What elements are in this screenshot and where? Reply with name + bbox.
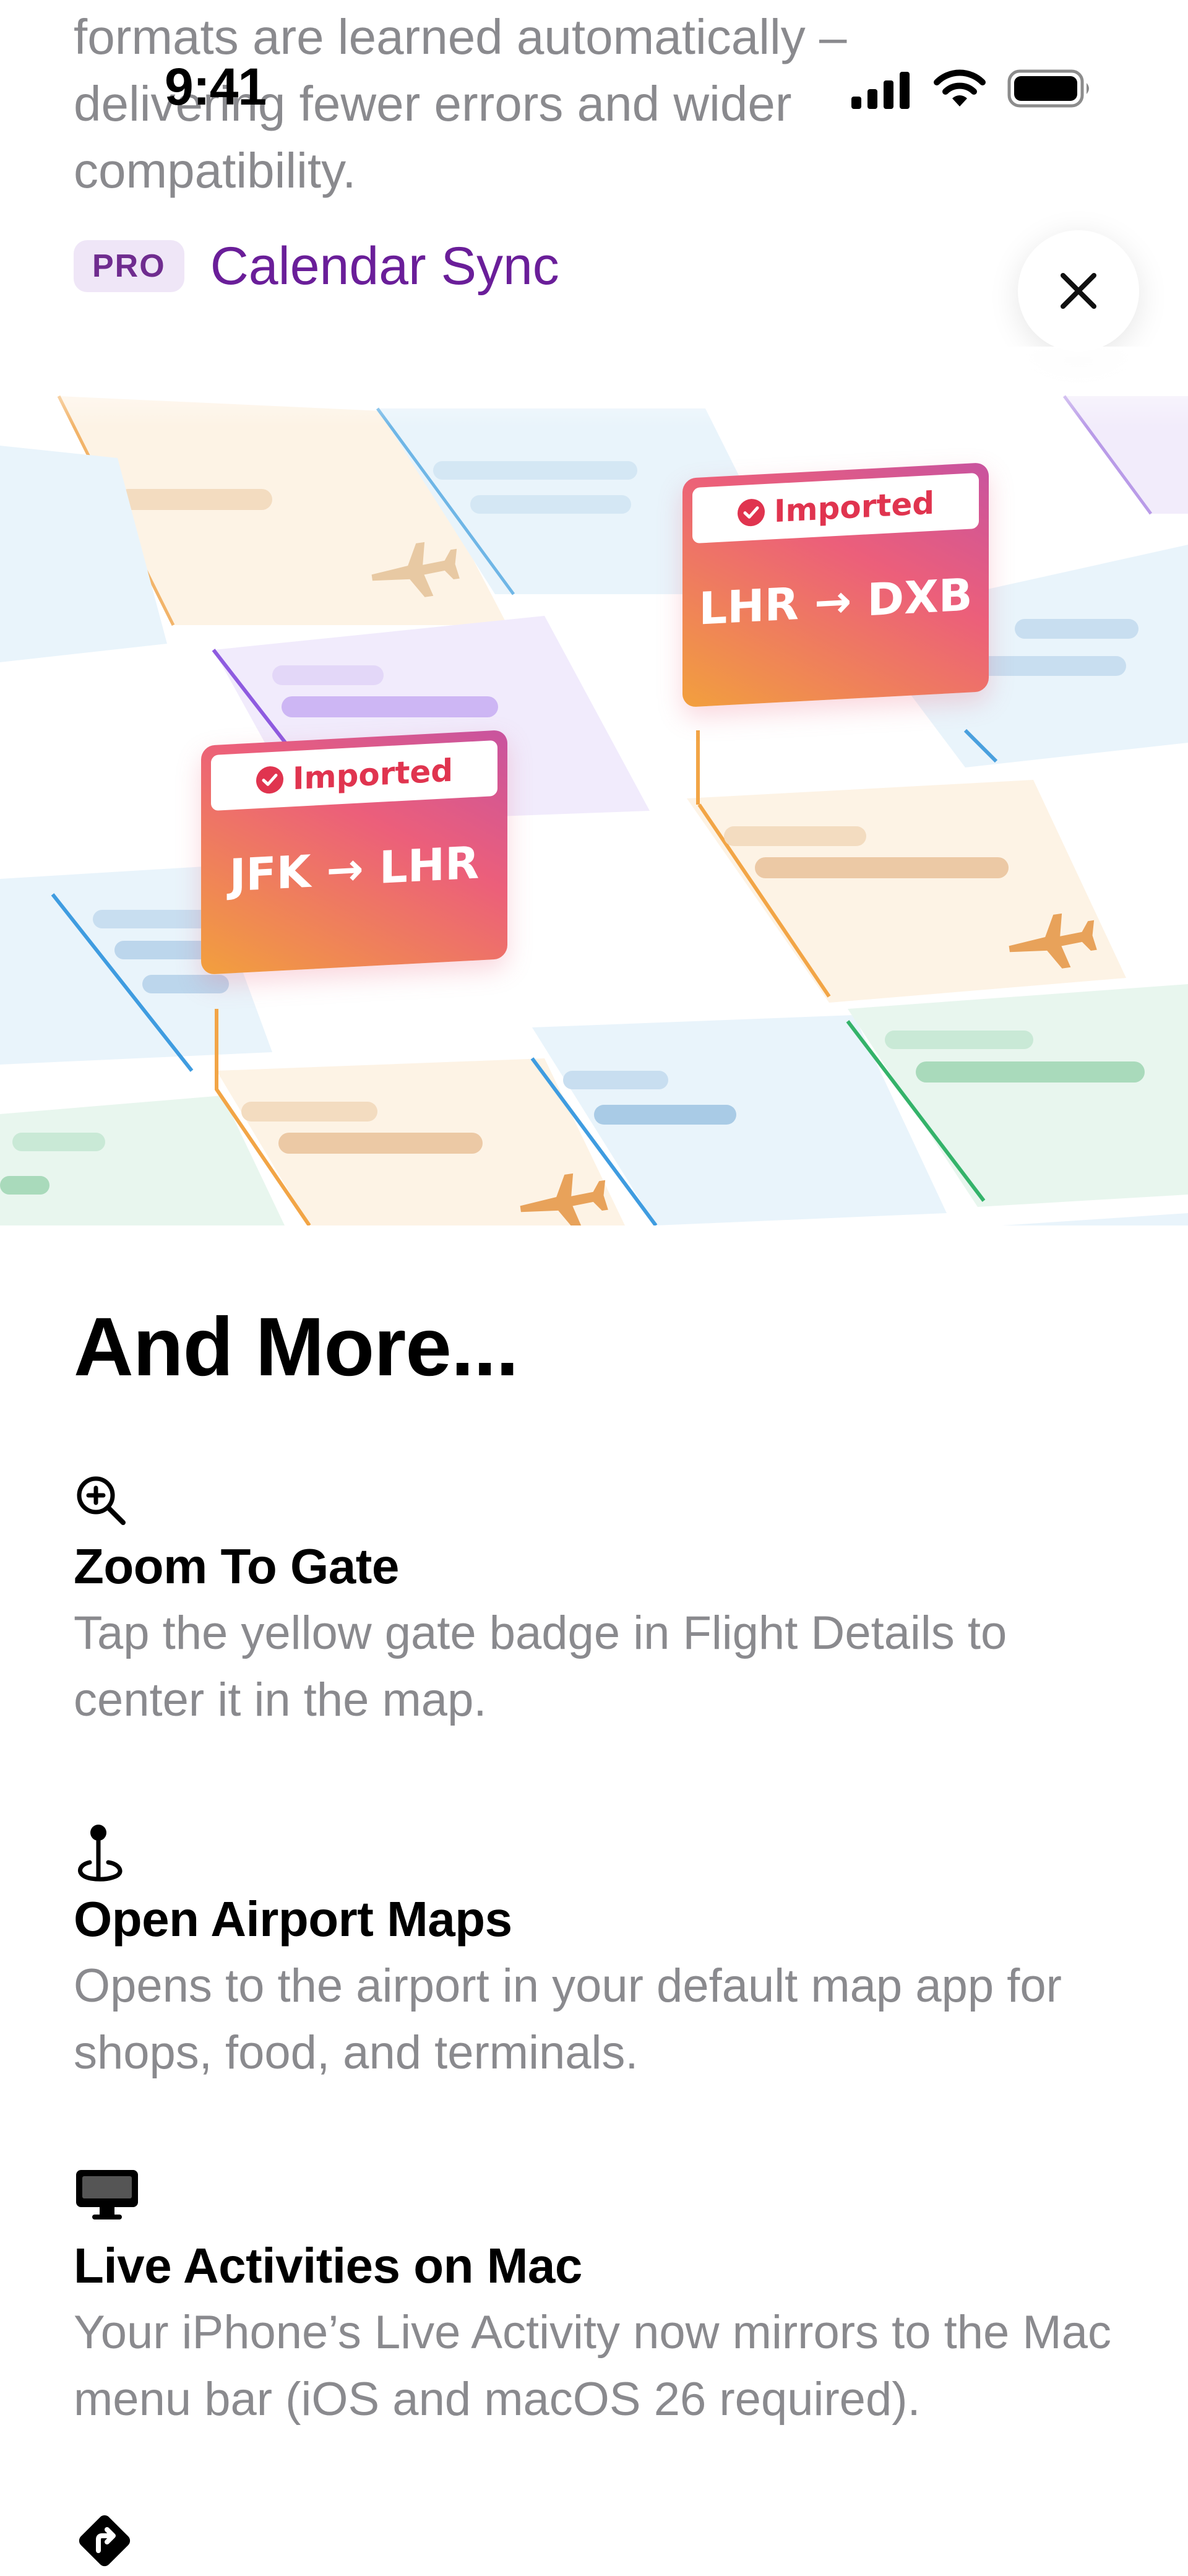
feature-description: Your iPhone’s Live Activity now mirrors …: [74, 2306, 1111, 2426]
desktop-computer-icon: [76, 2170, 138, 2219]
map-pin-icon: [78, 1825, 123, 1882]
feature-title: Live Activities on Mac: [74, 2238, 582, 2293]
section-title: And More...: [74, 1301, 519, 1393]
feature-zoom-to-gate: Zoom To Gate Tap the yellow gate badge i…: [74, 1473, 1138, 1745]
imported-label: Imported: [292, 752, 454, 797]
calendar-sync-illustration: Imported JFK → LHR Imported LHR → DXB: [0, 347, 1188, 1225]
feature-open-airport-maps: Open Airport Maps Opens to the airport i…: [74, 1823, 1138, 2095]
checkmark-circle-icon: [256, 766, 283, 794]
imported-card-jfk-lhr: Imported JFK → LHR: [201, 730, 507, 975]
feature-title: Calendar Sync: [210, 236, 559, 296]
feature-description: Tap the yellow gate badge in Flight Deta…: [74, 1607, 1007, 1726]
feature-description: Opens to the airport in your default map…: [74, 1960, 1062, 2079]
feature-live-activities-mac: Live Activities on Mac Your iPhone’s Liv…: [74, 2166, 1138, 2439]
feature-title: Open Airport Maps: [74, 1891, 512, 1947]
pro-badge: PRO: [74, 240, 184, 292]
imported-label: Imported: [773, 485, 935, 530]
directions-icon: [79, 2515, 131, 2567]
feature-title: Zoom To Gate: [74, 1539, 399, 1594]
close-button[interactable]: [1018, 230, 1139, 352]
calendar-grid-art: [0, 347, 1188, 1225]
feature-directions: [74, 2510, 1138, 2576]
checkmark-circle-icon: [737, 499, 765, 527]
close-icon: [1061, 273, 1096, 309]
intro-text: formats are learned automatically – deli…: [74, 9, 847, 198]
feature-header: PRO Calendar Sync: [74, 235, 559, 297]
imported-card-lhr-dxb: Imported LHR → DXB: [682, 462, 989, 707]
zoom-in-icon: [77, 1476, 126, 1525]
